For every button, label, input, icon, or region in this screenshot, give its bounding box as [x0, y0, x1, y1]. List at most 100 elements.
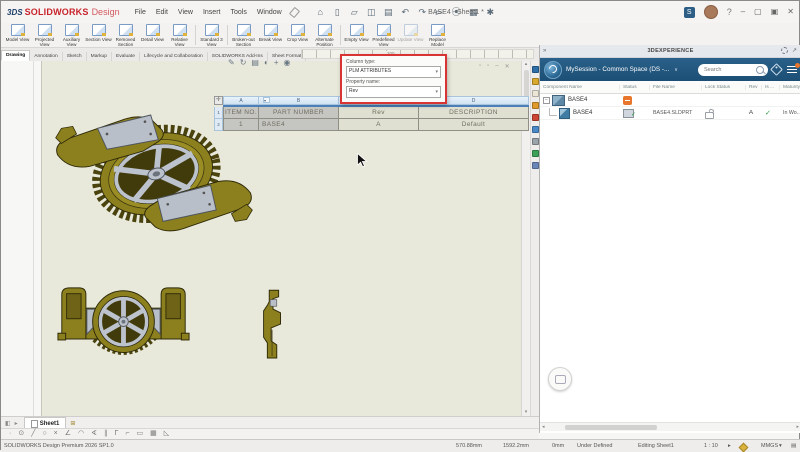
design-library-tab-icon[interactable] [532, 78, 539, 85]
chevron-down-icon[interactable]: ▾ [779, 443, 782, 449]
sketch-tool-icon[interactable]: ▭ [136, 429, 143, 439]
menu-item[interactable]: Edit [151, 9, 173, 16]
close-button[interactable]: ✕ [787, 6, 794, 18]
minimize-button[interactable]: – [741, 6, 745, 18]
redo-icon[interactable]: ↷ [416, 6, 429, 18]
command-tab[interactable]: Evaluate [112, 52, 140, 61]
column-dropdown-icon[interactable]: ▾ [263, 97, 270, 103]
column-label[interactable]: File Name [650, 85, 702, 90]
sketch-tool-icon[interactable]: ○ [42, 429, 46, 439]
column-label[interactable]: Status [620, 85, 650, 90]
ribbon-button[interactable]: Detail View [139, 23, 166, 47]
units-selector[interactable]: MMGS [761, 443, 778, 449]
gear-icon[interactable] [781, 47, 788, 54]
ribbon-button[interactable]: Break View [257, 23, 284, 47]
sketch-tool-icon[interactable]: Γ [115, 429, 119, 439]
column-label[interactable]: Lock Status [702, 85, 746, 90]
sketch-tool-icon[interactable]: ∢ [91, 429, 97, 439]
table-minimize-icon[interactable]: – [495, 63, 498, 70]
sketch-tool-icon[interactable]: ▦ [150, 429, 157, 439]
component-row-part[interactable]: BASE4 ✓ BASE4.SLDPRT A ✓ In Wo... [540, 107, 800, 120]
table-cell[interactable]: Rev [339, 107, 419, 119]
hide-show-items-icon[interactable]: + [274, 58, 279, 68]
sketch-tool-icon[interactable]: ◠ [78, 429, 84, 439]
view-palette-tab-icon[interactable] [532, 102, 539, 109]
sketch-tool-icon[interactable]: · [9, 429, 11, 439]
column-label[interactable]: Component Name [540, 85, 620, 90]
help-icon[interactable]: ? [727, 6, 732, 18]
column-header[interactable]: B [259, 96, 339, 105]
ribbon-button[interactable]: Crop View [284, 23, 311, 47]
row-header[interactable]: 1 [214, 107, 223, 119]
scroll-left-icon[interactable]: ◂ [540, 424, 547, 430]
3dexperience-tab-icon[interactable] [532, 66, 539, 73]
column-header[interactable]: A [223, 96, 259, 105]
command-tab[interactable]: Drawing [1, 50, 30, 61]
pin-menu-icon[interactable] [289, 6, 300, 17]
markup-icon[interactable]: ✎ [228, 58, 235, 68]
scroll-up-icon[interactable]: ▴ [525, 61, 528, 68]
table-toolbar-icon[interactable]: ▫ [487, 63, 489, 70]
ribbon-button[interactable]: Projected View [31, 23, 58, 47]
custom-properties-tab-icon[interactable] [532, 138, 539, 145]
sketch-tool-icon[interactable]: ∠ [65, 429, 71, 439]
maximize-button[interactable]: ▢ [754, 6, 762, 18]
search-box[interactable] [698, 64, 768, 76]
command-tab[interactable]: Markup [87, 52, 112, 61]
ribbon-button[interactable]: Standard 3 View [198, 23, 225, 47]
3dexperience-compass-icon[interactable] [544, 61, 562, 79]
settings-gear-icon[interactable]: ✱ [484, 6, 497, 18]
scrollbar-thumb[interactable] [565, 425, 657, 430]
table-move-handle[interactable]: ✛ [214, 96, 223, 105]
add-sheet-icon[interactable]: ⊞ [70, 420, 75, 427]
sketch-tool-icon[interactable]: ⌐ [125, 429, 129, 439]
column-label[interactable]: Rev [746, 85, 762, 90]
restore-button[interactable]: ▣ [771, 6, 779, 18]
panel-horizontal-scrollbar[interactable]: ◂ ▸ [540, 422, 800, 431]
sheet-scroll-icon[interactable]: ◧ [5, 420, 11, 427]
column-type-select[interactable]: PLM ATTRIBUTES ▾ [346, 66, 441, 78]
home-icon[interactable]: ⌂ [314, 6, 327, 18]
menu-item[interactable]: Insert [198, 9, 226, 16]
rotate-view-icon[interactable]: ↻ [240, 58, 247, 68]
ribbon-button[interactable]: Alternate Position View [311, 23, 338, 47]
sheet-scroll-icon[interactable]: ▸ [15, 420, 18, 427]
view-orientation-icon[interactable]: ◉ [283, 58, 290, 68]
scroll-down-icon[interactable]: ▾ [525, 409, 528, 416]
sketch-tool-icon[interactable]: ⊙ [18, 429, 24, 439]
open-file-icon[interactable]: ▱ [348, 6, 361, 18]
experience-launcher-icon[interactable]: S [684, 7, 695, 18]
table-cell[interactable]: ITEM NO. [223, 107, 259, 119]
command-tab[interactable]: Annotation [30, 52, 62, 61]
table-toolbar-icon[interactable]: ▫ [479, 63, 481, 70]
file-explorer-tab-icon[interactable] [532, 90, 539, 97]
sheet-scale[interactable]: 1 : 10 [704, 443, 718, 449]
tag-icon[interactable] [770, 63, 783, 76]
view-settings-icon[interactable]: ▤ [251, 58, 259, 68]
panel-collapse-icon[interactable]: » [543, 48, 546, 54]
sketch-tool-icon[interactable]: × [54, 429, 58, 439]
column-label[interactable]: Maturity St... [780, 85, 800, 90]
ribbon-button[interactable]: Relative View [166, 23, 193, 47]
menu-item[interactable]: Window [252, 9, 287, 16]
ribbon-button[interactable]: Broken-out Section [230, 23, 257, 47]
appearances-tab-icon[interactable] [532, 114, 539, 121]
ribbon-button[interactable]: Model View [4, 23, 31, 47]
menu-item[interactable]: File [130, 9, 151, 16]
scale-caret-icon[interactable]: ▸ [728, 443, 731, 449]
ribbon-button[interactable]: Auxiliary View [58, 23, 85, 47]
command-tab[interactable]: Lifecycle and Collaboration [140, 52, 208, 61]
table-cell[interactable]: PART NUMBER [259, 107, 339, 119]
table-cell[interactable]: DESCRIPTION [419, 107, 529, 119]
user-tab-icon[interactable] [532, 162, 539, 169]
ribbon-button[interactable]: Update View [397, 23, 424, 47]
row-header[interactable]: 2 [214, 119, 223, 131]
chevron-down-icon[interactable]: ∨ [674, 67, 678, 73]
popout-icon[interactable]: ↗ [792, 47, 797, 54]
ribbon-button[interactable]: Predefined View [370, 23, 397, 47]
user-avatar[interactable] [704, 5, 718, 19]
session-title[interactable]: MySession - Common Space (DS -... [566, 66, 669, 73]
sketch-tool-icon[interactable]: ◺ [164, 429, 169, 439]
display-style-icon[interactable]: ◐ [264, 58, 269, 68]
scroll-right-icon[interactable]: ▸ [794, 424, 800, 430]
